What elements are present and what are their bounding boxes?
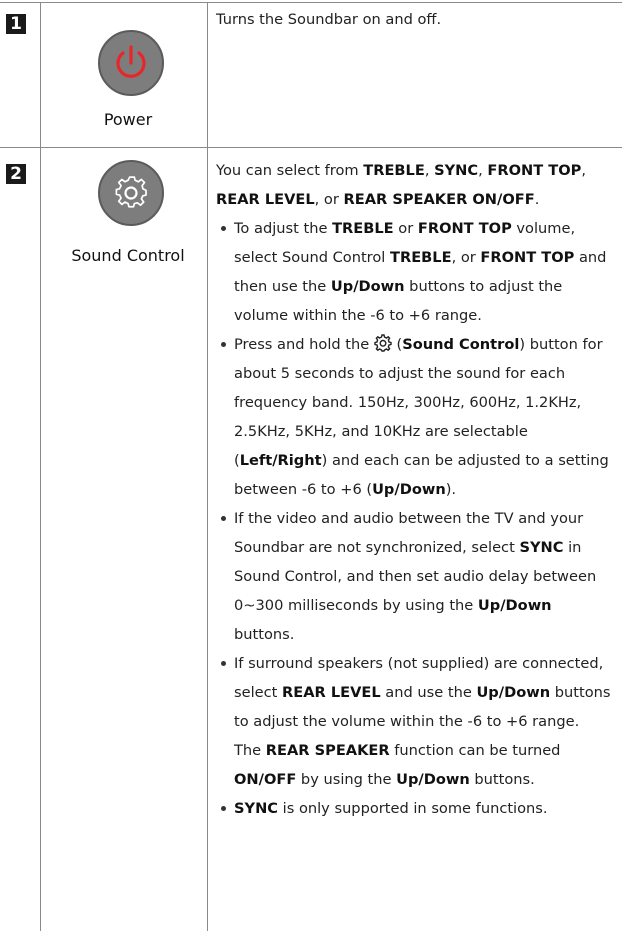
row-divider [0,147,622,148]
gear-icon [115,176,147,208]
power-label: Power [103,110,153,129]
function-table: 1 Power Turns the Soundbar on and off. 2… [0,0,622,931]
list-item: If surround speakers (not supplied) are … [216,649,614,794]
table-top-border [0,2,622,3]
sound-control-description: You can select from TREBLE, SYNC, FRONT … [216,156,614,823]
power-description: Turns the Soundbar on and off. [216,11,442,28]
row-number-badge: 1 [6,14,26,34]
sound-control-button-illustration [98,160,164,226]
power-button-illustration [98,30,164,96]
list-item: SYNC is only supported in some functions… [216,794,614,823]
power-icon [116,45,146,78]
list-item: If the video and audio between the TV an… [216,504,614,649]
sound-control-label: Sound Control [71,246,185,265]
list-item: To adjust the TREBLE or FRONT TOP volume… [216,214,614,330]
sound-control-intro: You can select from TREBLE, SYNC, FRONT … [216,162,586,208]
row-number-badge: 2 [6,164,26,184]
gear-icon [374,334,392,352]
column-divider [40,2,41,931]
sound-control-bullets: To adjust the TREBLE or FRONT TOP volume… [216,214,614,823]
column-divider [207,2,208,931]
list-item: Press and hold the (Sound Control) butto… [216,330,614,504]
